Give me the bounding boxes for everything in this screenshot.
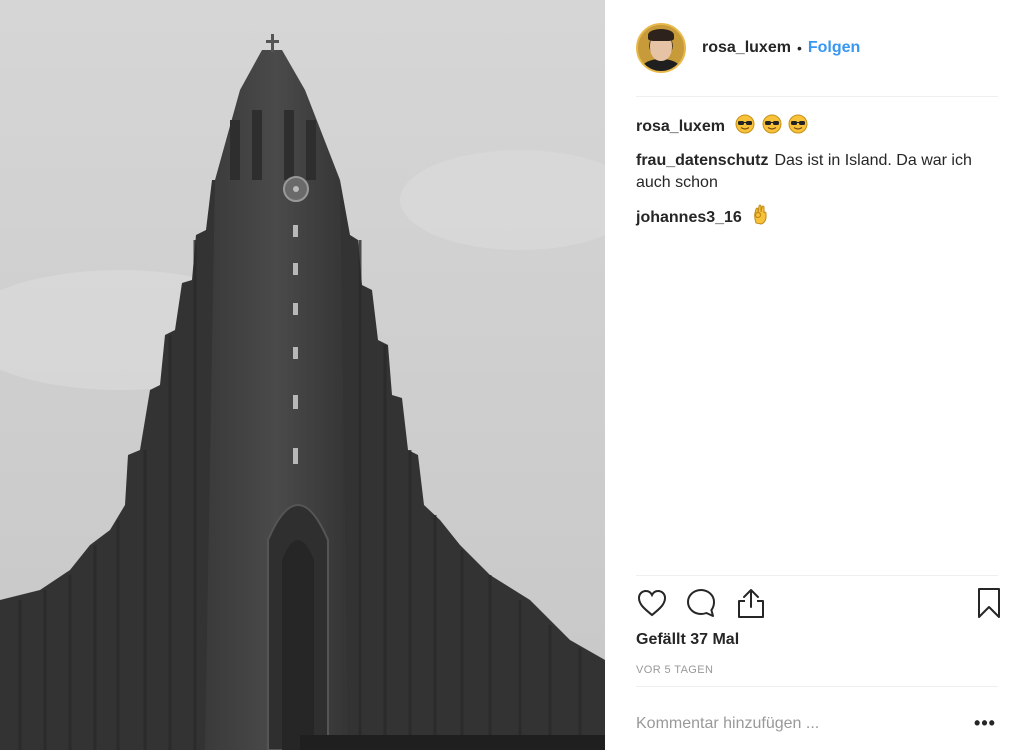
comment-input[interactable] <box>636 712 956 736</box>
share-upload-icon[interactable] <box>735 586 767 620</box>
comment-username[interactable]: johannes3_16 <box>636 209 742 226</box>
avatar[interactable] <box>636 23 686 73</box>
author-username[interactable]: rosa_luxem <box>702 39 791 57</box>
sunglasses-face-icon <box>788 114 808 141</box>
comment-item: frau_datenschutz Das ist in Island. Da wa… <box>636 150 998 194</box>
likes-count[interactable]: Gefällt 37 Mal <box>636 631 739 649</box>
separator-dot: • <box>796 40 802 56</box>
comment-bubble-icon[interactable] <box>685 586 717 620</box>
sunglasses-face-icon <box>735 114 755 141</box>
more-options-button[interactable]: ••• <box>971 712 999 736</box>
follow-button[interactable]: Folgen <box>808 39 860 57</box>
bookmark-icon[interactable] <box>973 586 1005 620</box>
comment-username[interactable]: frau_datenschutz <box>636 152 768 169</box>
sunglasses-face-icon <box>762 114 782 141</box>
post-side-panel: rosa_luxem • Folgen rosa_luxem frau_date… <box>605 0 1024 750</box>
post-photo[interactable] <box>0 0 605 750</box>
comment-item: johannes3_16 <box>636 203 998 232</box>
church-tower-image <box>0 0 605 750</box>
comment-username[interactable]: rosa_luxem <box>636 118 725 135</box>
comments-list: rosa_luxem frau_datenschutz Das ist in Is… <box>636 114 998 241</box>
post-header: rosa_luxem • Folgen <box>636 22 860 74</box>
post-actions <box>636 586 1000 622</box>
comment-box-divider <box>636 686 998 687</box>
heart-icon[interactable] <box>636 586 668 620</box>
comment-item: rosa_luxem <box>636 114 998 141</box>
actions-divider <box>636 575 998 576</box>
ok-hand-icon <box>752 203 770 232</box>
post-timestamp: VOR 5 TAGEN <box>636 664 714 676</box>
header-divider <box>636 96 998 97</box>
